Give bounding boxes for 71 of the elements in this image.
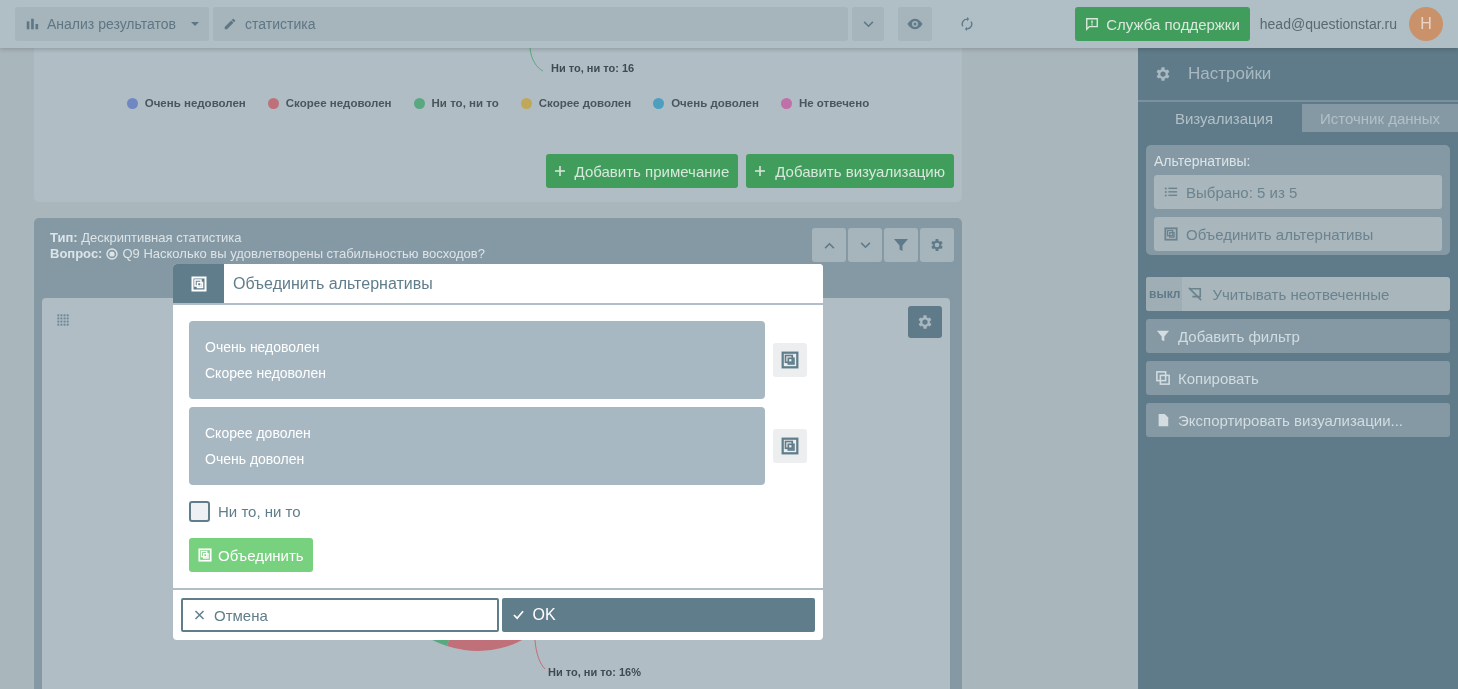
merge-icon xyxy=(198,548,212,562)
group-item: Скорее недоволен xyxy=(205,365,328,381)
chevron-down-icon xyxy=(859,241,871,249)
merge-button[interactable]: Объединить xyxy=(189,538,313,572)
dropdown-button[interactable] xyxy=(852,7,884,41)
chat-alert-icon xyxy=(1085,17,1100,31)
settings-icon xyxy=(929,237,945,253)
selection-button[interactable]: Выбрано: 5 из 5 xyxy=(1154,175,1442,209)
name-value: статистика xyxy=(245,16,316,32)
settings-button[interactable] xyxy=(908,306,942,338)
merge-button[interactable]: Объединить альтернативы xyxy=(1154,217,1442,251)
merge-icon xyxy=(190,275,207,292)
user-avatar[interactable]: H xyxy=(1409,7,1443,41)
eye-icon xyxy=(906,17,924,31)
question-text: Q9 Насколько вы удовлетворены стабильностью восходов? xyxy=(122,246,485,261)
filter-icon xyxy=(893,237,909,253)
data-label: Ни то, ни то: 16 xyxy=(551,62,635,74)
legend-label: Скорее доволен xyxy=(538,97,632,109)
legend-label: Ни то, ни то xyxy=(431,97,499,109)
plus-icon xyxy=(755,166,766,176)
merge-icon xyxy=(781,437,799,455)
move-up-button[interactable] xyxy=(812,228,846,262)
check-icon xyxy=(512,610,524,620)
filter-button[interactable] xyxy=(884,228,918,262)
legend-label: Не отвечено xyxy=(798,97,870,109)
file-icon xyxy=(1156,413,1170,427)
legend-label: Скорее недоволен xyxy=(285,97,392,109)
plus-icon xyxy=(554,166,565,176)
caret-icon xyxy=(191,21,199,27)
checkbox[interactable] xyxy=(189,501,210,522)
move-down-button[interactable] xyxy=(848,228,882,262)
list-icon xyxy=(1164,185,1178,199)
panel-title: Настройки xyxy=(1188,64,1272,84)
ungroup-button[interactable] xyxy=(773,343,807,377)
legend-label: Очень недоволен xyxy=(144,97,246,109)
checkbox-label: Ни то, ни то xyxy=(218,503,301,520)
preview-button[interactable] xyxy=(898,7,932,41)
group-item: Очень недоволен xyxy=(205,339,321,355)
ungroup-button[interactable] xyxy=(773,429,807,463)
merge-icon xyxy=(781,351,799,369)
name-field[interactable]: статистика xyxy=(213,7,848,41)
pencil-icon xyxy=(223,17,237,31)
close-icon xyxy=(194,610,205,620)
toggle-button[interactable]: выкл Учитывать неотвеченные xyxy=(1146,277,1450,311)
copy-icon xyxy=(1156,371,1170,385)
filter-icon xyxy=(1156,329,1170,343)
add-button[interactable]: Добавить визуализацию xyxy=(746,154,954,188)
settings-icon xyxy=(1154,65,1172,83)
section-dropdown[interactable]: Анализ результатов xyxy=(15,7,209,41)
merge-icon xyxy=(1164,227,1178,241)
group-item: Скорее доволен xyxy=(205,425,312,441)
user-email[interactable]: head@questionstar.ru xyxy=(1259,16,1397,32)
group-label: Альтернативы: xyxy=(1154,153,1252,169)
data-label: Ни то, ни то: 16% xyxy=(548,666,641,678)
radio-icon xyxy=(106,247,119,260)
question-label: Вопрос: xyxy=(50,246,103,261)
settings-icon xyxy=(916,313,934,331)
legend-label: Очень доволен xyxy=(671,97,759,109)
hidden-flag-icon xyxy=(1188,287,1203,301)
chevron-up-icon xyxy=(823,241,835,249)
group-item: Очень доволен xyxy=(205,451,306,467)
settings-button[interactable] xyxy=(920,228,954,262)
leader-line xyxy=(534,640,546,670)
type-line: Тип: Дескриптивная статистика xyxy=(50,230,243,245)
chevron-down-icon xyxy=(862,20,874,28)
support-button[interactable]: Служба поддержки xyxy=(1075,7,1250,41)
cancel-button[interactable]: Отмена xyxy=(181,598,499,632)
add-button[interactable]: Добавить примечание xyxy=(545,154,739,188)
ok-button[interactable]: OK xyxy=(501,598,815,632)
bar-chart-icon xyxy=(25,17,39,31)
drag-handle-icon[interactable] xyxy=(57,314,69,326)
